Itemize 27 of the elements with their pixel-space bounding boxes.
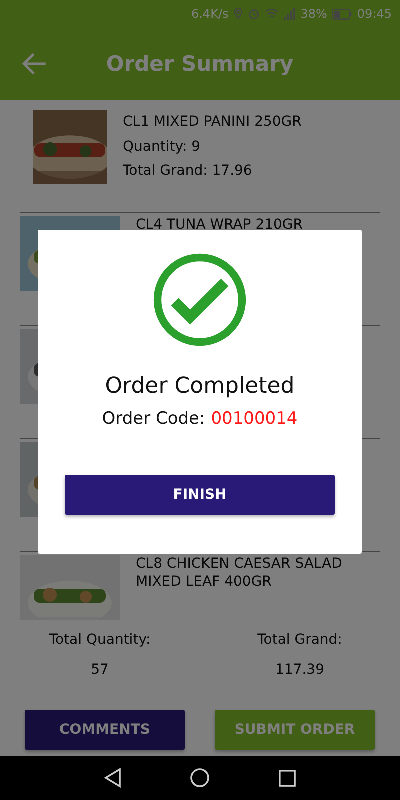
total-label: Total Quantity: <box>49 632 151 648</box>
wifi-icon <box>264 8 279 20</box>
back-icon[interactable] <box>104 768 122 788</box>
home-icon[interactable] <box>190 768 210 788</box>
action-button[interactable]: COMMENTS <box>25 710 185 750</box>
product-quantity: Quantity: 9 <box>123 139 202 155</box>
recents-icon[interactable] <box>278 770 296 786</box>
check-circle-icon <box>152 252 248 348</box>
product-name: CL4 TUNA WRAP 210GR <box>136 216 304 234</box>
product-total: Total Grand: 17.96 <box>123 163 254 179</box>
network-speed: 6.4K/s <box>191 7 229 21</box>
alarm-icon <box>248 8 260 20</box>
product-name: CL1 MIXED PANINI 250GR <box>123 113 302 131</box>
screen-title: Order Summary <box>105 52 295 76</box>
location-icon <box>234 8 243 20</box>
clock: 09:45 <box>357 7 392 21</box>
total-value: 117.39 <box>276 662 324 678</box>
battery-percent: 38% <box>300 7 328 21</box>
product-name: CL8 CHICKEN CAESAR SALAD MIXED LEAF 400GR <box>136 555 344 591</box>
order-code-label: Order Code: <box>102 409 206 429</box>
signal-icon <box>284 8 296 20</box>
total-label: Total Grand: <box>258 632 342 648</box>
finish-button[interactable]: FINISH <box>65 475 335 515</box>
order-code: 00100014 <box>211 409 298 429</box>
battery-icon <box>332 8 352 20</box>
total-value: 57 <box>91 662 109 678</box>
dialog-title: Order Completed <box>105 374 295 399</box>
